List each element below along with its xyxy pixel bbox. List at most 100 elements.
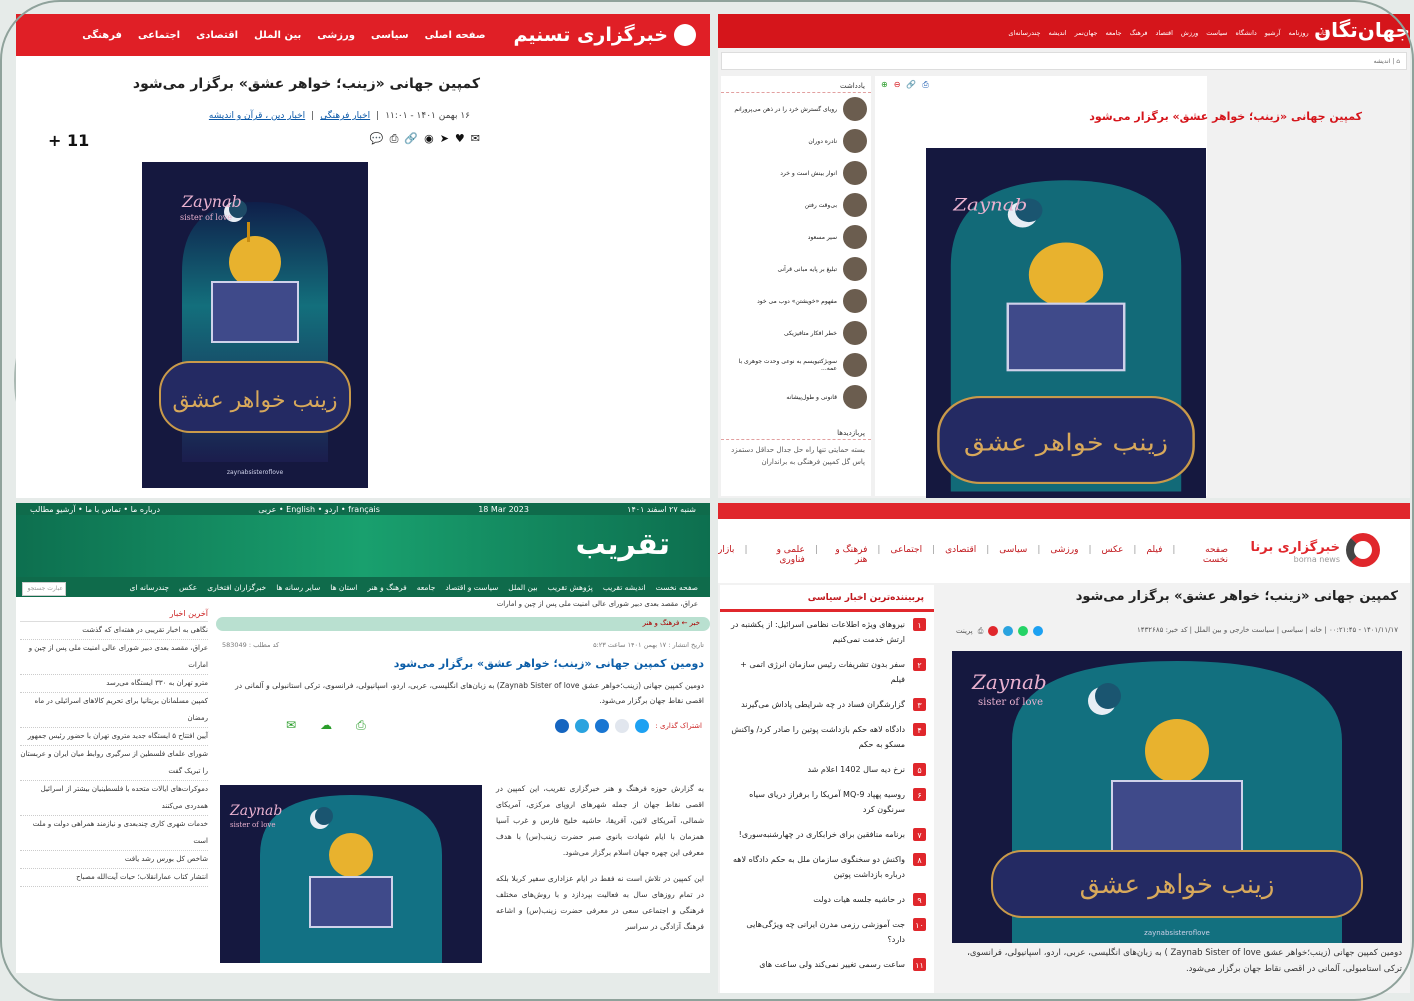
list-item[interactable]: مفهوم «خویشتن» دوب می خود — [721, 285, 871, 317]
whatsapp-icon[interactable] — [1018, 626, 1029, 636]
borna-nav-item[interactable]: صفحه نخست — [1185, 545, 1228, 565]
popular-title[interactable]: واکنش دو سخنگوی سازمان ملل به حکم دادگاه… — [728, 852, 905, 882]
taghrib-nav-item[interactable]: جامعه — [417, 583, 436, 592]
jahan-note-title[interactable]: سیر مسعود — [808, 234, 837, 241]
jahan-nav-item[interactable]: سیاست — [1206, 29, 1227, 37]
jahan-nav-item[interactable]: آرشیو — [1265, 29, 1281, 37]
borna-nav-item[interactable]: اقتصادی — [945, 545, 976, 565]
tasnim-nav-item[interactable]: اقتصادی — [196, 30, 238, 41]
list-item[interactable]: ۳ گزارشگران فساد در چه شرایطی پاداش می‌گی… — [720, 692, 934, 717]
jahan-note-title[interactable]: مفهوم «خویشتن» دوب می خود — [757, 298, 837, 305]
list-item[interactable]: ۱ نیروهای ویژه اطلاعات نظامی اسرائیل: از … — [720, 612, 934, 652]
whatsapp-icon[interactable]: ◉ — [424, 132, 434, 146]
popular-title[interactable]: روسیه پهپاد MQ-9 آمریکا را برفراز دریای … — [728, 787, 905, 817]
taghrib-nav-item[interactable]: بین الملل — [508, 583, 537, 592]
jahan-note-title[interactable]: نادره دوران — [808, 138, 837, 145]
jahan-nav-item[interactable]: جامعه — [1106, 29, 1122, 37]
jahan-nav-item[interactable]: جهان‌نمر — [1075, 29, 1098, 37]
jahan-note-title[interactable]: بی‌وقت رفتن — [805, 202, 837, 209]
list-item[interactable]: آیین افتتاح ۵ ایستگاه جدید متروی تهران ب… — [20, 728, 208, 746]
list-item[interactable]: ۲ سفر بدون تشریفات رئیس سازمان انرژی اتمی… — [720, 652, 934, 692]
link-icon[interactable]: 🔗 — [906, 80, 916, 90]
popular-title[interactable]: نیروهای ویژه اطلاعات نظامی اسرائیل: از ی… — [728, 617, 905, 647]
list-item[interactable]: ۹ در حاشیه جلسه هیات دولت — [720, 887, 934, 912]
popular-title[interactable]: سفر بدون تشریفات رئیس سازمان انرژی اتمی … — [728, 657, 905, 687]
tasnim-nav-item[interactable]: فرهنگی — [82, 30, 122, 41]
list-item[interactable]: مترو تهران به ۳۳۰ ایستگاه می‌رسد — [20, 675, 208, 693]
borna-logo[interactable]: خبرگزاری برنا borna news — [1250, 533, 1380, 567]
list-item[interactable]: شاخص کل بورس رشد یافت — [20, 851, 208, 869]
tasnim-logo[interactable]: خبرگزاری تسنیم — [514, 24, 696, 46]
popular-title[interactable]: برنامه منافقین برای خرابکاری در چهارشنبه… — [739, 827, 905, 842]
jahan-note-title[interactable]: قانونی و طول‌پیشانه — [786, 394, 837, 401]
telegram-icon[interactable] — [1003, 626, 1014, 636]
list-item[interactable]: دموکرات‌های ایالات متحده با فلسطینیان بی… — [20, 781, 208, 816]
jahan-nav-item[interactable]: خانه — [1317, 29, 1328, 37]
jahan-nav-item[interactable]: ورزش — [1181, 29, 1198, 37]
print-icon[interactable]: ⎙ — [356, 718, 366, 733]
tasnim-nav-item[interactable]: اجتماعی — [138, 30, 180, 41]
borna-print-label[interactable]: پرینت — [956, 627, 973, 635]
borna-nav-item[interactable]: ورزشی — [1050, 545, 1078, 565]
popular-title[interactable]: گزارشگران فساد در چه شرایطی پاداش می‌گیر… — [741, 697, 905, 712]
list-item[interactable]: ۱۰ جت آموزشی رزمی مدرن ایرانی چه ویژگی‌ها… — [720, 912, 934, 952]
list-item[interactable]: قانونی و طول‌پیشانه — [721, 381, 871, 413]
borna-nav-item[interactable]: سیاسی — [999, 545, 1027, 565]
font-size-control[interactable]: + 11 — [48, 131, 89, 150]
taghrib-nav-item[interactable]: پژوهش تقریب — [548, 583, 593, 592]
taghrib-nav-item[interactable]: سایر رسانه ها — [276, 583, 320, 592]
taghrib-nav-item[interactable]: اندیشه تقریب — [603, 583, 646, 592]
list-item[interactable]: تبلیغ بر پایه مبانی قرآنی — [721, 253, 871, 285]
jahan-popular-2[interactable]: پاس گل کمپین فرهنگی به برانداران — [721, 454, 871, 466]
jahan-logo[interactable]: جهان‌تگان — [1314, 18, 1410, 42]
minus-icon[interactable]: ⊖ — [894, 80, 901, 90]
home-icon[interactable]: ⌂ — [1396, 58, 1400, 65]
list-item[interactable]: انوار بینش است و خرد — [721, 157, 871, 189]
tasnim-nav-item[interactable]: بین الملل — [254, 30, 301, 41]
jahan-nav-item[interactable]: چندرسانه‌ای — [1008, 29, 1040, 37]
jahan-crumb-text[interactable]: اندیشه — [1374, 58, 1391, 65]
list-item[interactable]: شورای علمای فلسطین از سرگیری روابط میان … — [20, 746, 208, 781]
jahan-note-title[interactable]: خطر افکار متافیزیکی — [784, 330, 837, 337]
email-icon[interactable] — [595, 718, 610, 733]
send-email-icon[interactable]: ✉ — [286, 718, 296, 733]
list-item[interactable]: خدمات شهری کاری چندبعدی و نیازمند همراهی… — [20, 816, 208, 851]
jahan-note-title[interactable]: رویای گسترش خرد را در ذهن می‌پرورانم — [734, 106, 837, 113]
twitter-icon[interactable] — [1033, 626, 1044, 636]
list-item[interactable]: ۸ واکنش دو سخنگوی سازمان ملل به حکم دادگا… — [720, 847, 934, 887]
comment-icon[interactable]: 💬 — [370, 132, 384, 146]
popular-title[interactable]: ساعت رسمی تغییر نمی‌کند ولی ساعت های — [759, 957, 905, 972]
taghrib-nav-item[interactable]: استان ها — [330, 583, 357, 592]
email-icon[interactable]: ✉ — [471, 132, 480, 146]
taghrib-nav-item[interactable]: سیاست و اقتصاد — [445, 583, 498, 592]
twitter-icon[interactable] — [635, 718, 650, 733]
list-item[interactable]: نادره دوران — [721, 125, 871, 157]
jahan-note-title[interactable]: تبلیغ بر پایه مبانی قرآنی — [777, 266, 837, 273]
telegram-icon[interactable]: ➤ — [440, 132, 449, 146]
borna-nav-item[interactable]: بازار — [718, 545, 734, 565]
jahan-nav-item[interactable]: اندیشه — [1048, 29, 1066, 37]
aparat-icon[interactable] — [988, 626, 999, 636]
twitter-icon[interactable]: ♥ — [455, 132, 465, 146]
print-icon[interactable]: ⎙ — [390, 132, 399, 146]
print-icon[interactable]: ⎙ — [978, 627, 984, 636]
taghrib-logo[interactable]: تقریب — [575, 527, 670, 562]
jahan-nav-item[interactable]: فرهنگ — [1130, 29, 1148, 37]
jahan-note-title[interactable]: انوار بینش است و خرد — [780, 170, 837, 177]
list-item[interactable]: ۱۱ ساعت رسمی تغییر نمی‌کند ولی ساعت های — [720, 952, 934, 977]
jahan-note-title[interactable]: سوبژکتیویسم به نوعی وحدت جوهری با عمه... — [721, 358, 837, 372]
taghrib-nav-item[interactable]: خبرگزاران افتخاری — [207, 583, 266, 592]
list-item[interactable]: ۵ نرخ دیه سال 1402 اعلام شد — [720, 757, 934, 782]
list-item[interactable]: سیر مسعود — [721, 221, 871, 253]
taghrib-nav-item[interactable]: چندرسانه ای — [130, 583, 169, 592]
tasnim-nav-item[interactable]: ورزشی — [317, 30, 355, 41]
telegram-icon[interactable] — [575, 718, 590, 733]
list-item[interactable]: خطر افکار متافیزیکی — [721, 317, 871, 349]
taghrib-breadcrumb[interactable]: خبر ← فرهنگ و هنر — [216, 617, 710, 631]
list-item[interactable]: سوبژکتیویسم به نوعی وحدت جوهری با عمه... — [721, 349, 871, 381]
popular-title[interactable]: نرخ دیه سال 1402 اعلام شد — [807, 762, 905, 777]
taghrib-nav-item[interactable]: فرهنگ و هنر — [367, 583, 406, 592]
tasnim-cat-cultural[interactable]: اخبار فرهنگی — [320, 111, 370, 121]
list-item[interactable]: ۴ دادگاه لاهه حکم بازداشت پوتین را صادر ک… — [720, 717, 934, 757]
list-item[interactable]: انتشار کتاب عمارانقلاب؛ حیات آیت‌الله مص… — [20, 869, 208, 887]
